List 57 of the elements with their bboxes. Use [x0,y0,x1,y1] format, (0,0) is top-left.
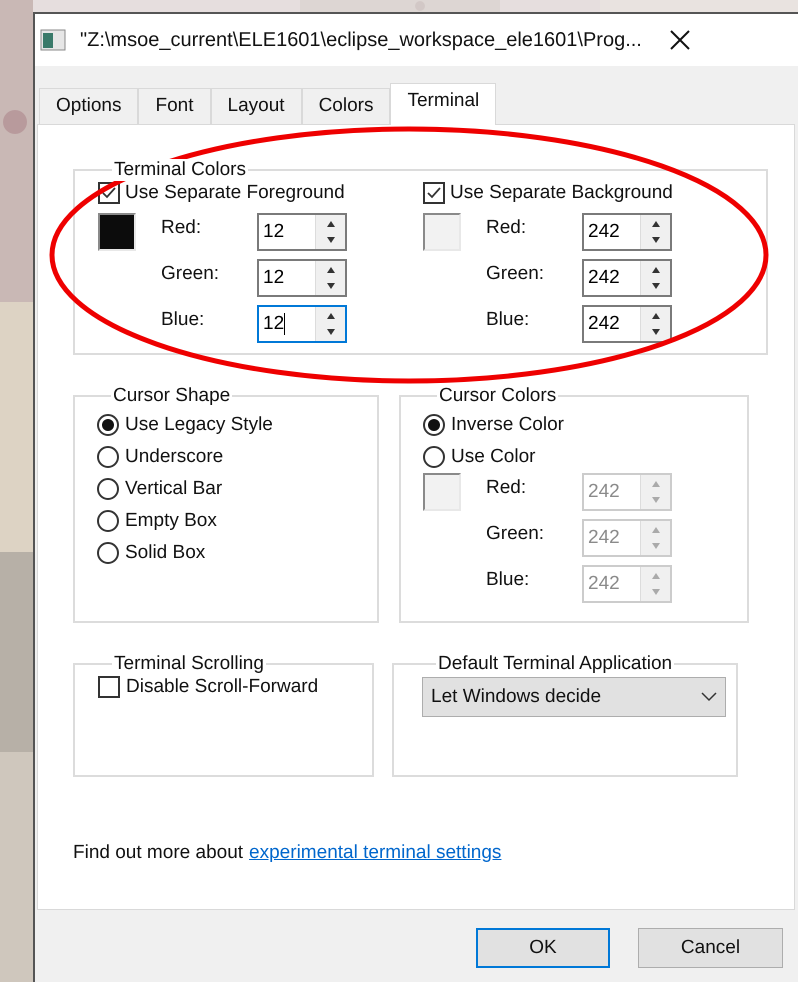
chevron-down-icon [701,692,717,702]
tab[interactable]: Font [138,88,211,124]
group-title: Terminal Colors [112,159,248,181]
footer-text: Find out more about [73,841,244,865]
group-title: Cursor Shape [111,385,232,407]
checkbox-label: Use Separate Background [450,180,673,205]
field-label: Blue: [486,568,530,592]
number-spinner[interactable]: 12 [257,259,347,297]
radio-button[interactable] [97,446,119,468]
radio-label: Use Legacy Style [125,412,273,437]
radio-label: Underscore [125,444,224,469]
console-icon [40,29,66,51]
field-label: Green: [161,262,220,286]
field-label: Green: [486,262,546,286]
field-label: Blue: [486,308,530,332]
radio-label: Empty Box [125,508,217,533]
radio-button[interactable] [97,414,119,436]
radio-label: Use Color [451,444,536,469]
radio-button[interactable] [97,510,119,532]
spin-arrows-icon[interactable] [315,215,345,249]
spin-arrows-icon[interactable] [315,261,345,295]
field-label: Blue: [161,308,206,332]
radio-label: Solid Box [125,540,206,565]
radio-button[interactable] [97,478,119,500]
radio-button[interactable] [97,542,119,564]
spin-arrows-icon[interactable] [640,215,670,249]
close-icon[interactable] [670,30,690,50]
dialog-button[interactable]: OK [476,928,610,968]
checkbox-label: Disable Scroll-Forward [126,674,318,699]
tab[interactable]: Options [39,88,138,124]
tab[interactable]: Layout [210,88,302,124]
number-spinner[interactable]: 242 [582,305,672,343]
radio-label: Vertical Bar [125,476,222,501]
number-spinner[interactable]: 12 [257,305,347,343]
spin-arrows-icon[interactable] [315,307,345,341]
radio-label: Inverse Color [451,412,564,437]
tab[interactable]: Colors [302,88,390,124]
window-title: "Z:\msoe_current\ELE1601\eclipse_workspace_ele1601\Prog... [80,28,642,53]
field-label: Green: [486,522,546,546]
dropdown[interactable]: Let Windows decide [422,677,726,717]
number-spinner[interactable]: 242 [582,259,672,297]
checkmark-icon [101,185,117,201]
number-spinner[interactable]: 12 [257,213,347,251]
checkbox[interactable] [423,182,445,204]
spin-arrows-icon[interactable] [640,261,670,295]
tab[interactable]: Terminal [390,83,496,125]
checkbox[interactable] [98,676,120,698]
dialog-button[interactable]: Cancel [638,928,783,968]
settings-link[interactable]: experimental terminal settings [249,839,502,868]
group-title: Terminal Scrolling [112,653,266,675]
checkmark-icon [426,185,442,201]
spin-arrows-icon[interactable] [640,307,670,341]
field-label: Red: [486,476,528,500]
number-spinner[interactable]: 242 [582,213,672,251]
field-label: Red: [486,216,528,240]
field-label: Red: [161,216,202,240]
checkbox-label: Use Separate Foreground [125,180,345,205]
